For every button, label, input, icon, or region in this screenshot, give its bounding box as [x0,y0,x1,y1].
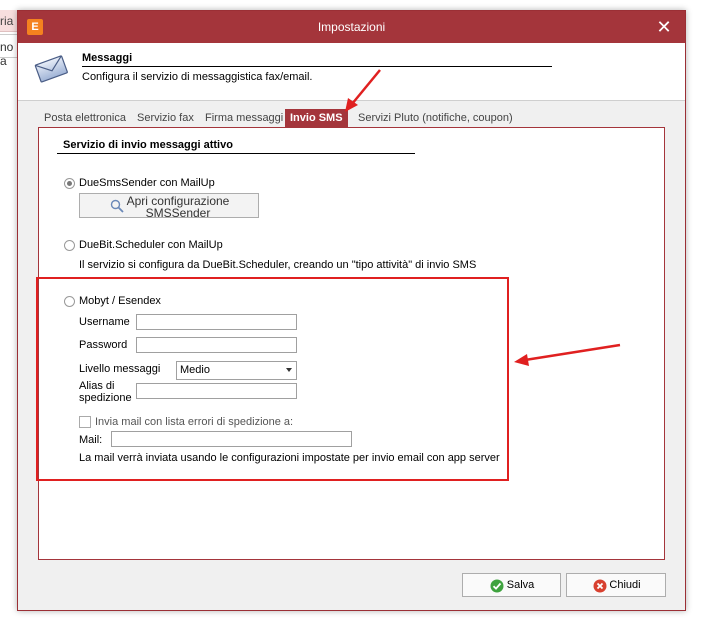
window-title: Impostazioni [317,20,386,34]
tab-invio-sms[interactable]: Invio SMS [285,109,348,127]
cancel-icon [593,579,607,593]
background-text-top: ria [0,14,14,28]
background-app-tab: ria [0,10,18,32]
tab-firma-messaggi[interactable]: Firma messaggi [205,109,283,127]
duebit-scheduler-description: Il servizio si configura da DueBit.Sched… [79,259,477,271]
header-title: Messaggi [82,52,133,64]
radio-duesmssender[interactable] [64,178,75,189]
open-smssender-config-button[interactable]: Apri configurazione SMSSender [79,193,259,220]
section-divider [57,153,415,154]
tab-servizi-pluto[interactable]: Servizi Pluto (notifiche, coupon) [358,109,513,127]
radio-duesmssender-label[interactable]: DueSmsSender con MailUp [79,177,215,189]
close-window-button[interactable]: ✕ [653,16,675,38]
envelope-icon [34,55,68,83]
title-bar[interactable]: E Impostazioni ✕ [18,11,685,43]
background-app-row: no a [0,34,18,68]
check-icon [490,579,504,593]
sms-settings-panel: Servizio di invio messaggi attivo DueSms… [36,127,665,560]
radio-duebit-scheduler[interactable] [64,240,75,251]
close-button[interactable]: Chiudi [566,573,666,597]
tab-servizio-fax[interactable]: Servizio fax [137,109,194,127]
open-config-label-line2: SMSSender [145,206,211,220]
magnifier-icon [110,199,124,213]
tab-posta-elettronica[interactable]: Posta elettronica [44,109,126,127]
background-pane [686,10,710,624]
radio-duebit-scheduler-label[interactable]: DueBit.Scheduler con MailUp [79,239,223,251]
save-button[interactable]: Salva [462,573,561,597]
section-title: Servizio di invio messaggi attivo [63,139,233,151]
background-text-mid: no a [0,40,14,68]
header-band: Messaggi Configura il servizio di messag… [18,43,685,101]
header-subtitle: Configura il servizio di messaggistica f… [82,71,313,83]
annotation-highlight-box [36,277,509,481]
header-divider [82,66,552,67]
settings-dialog: E Impostazioni ✕ Messaggi Configura il s… [17,10,686,611]
